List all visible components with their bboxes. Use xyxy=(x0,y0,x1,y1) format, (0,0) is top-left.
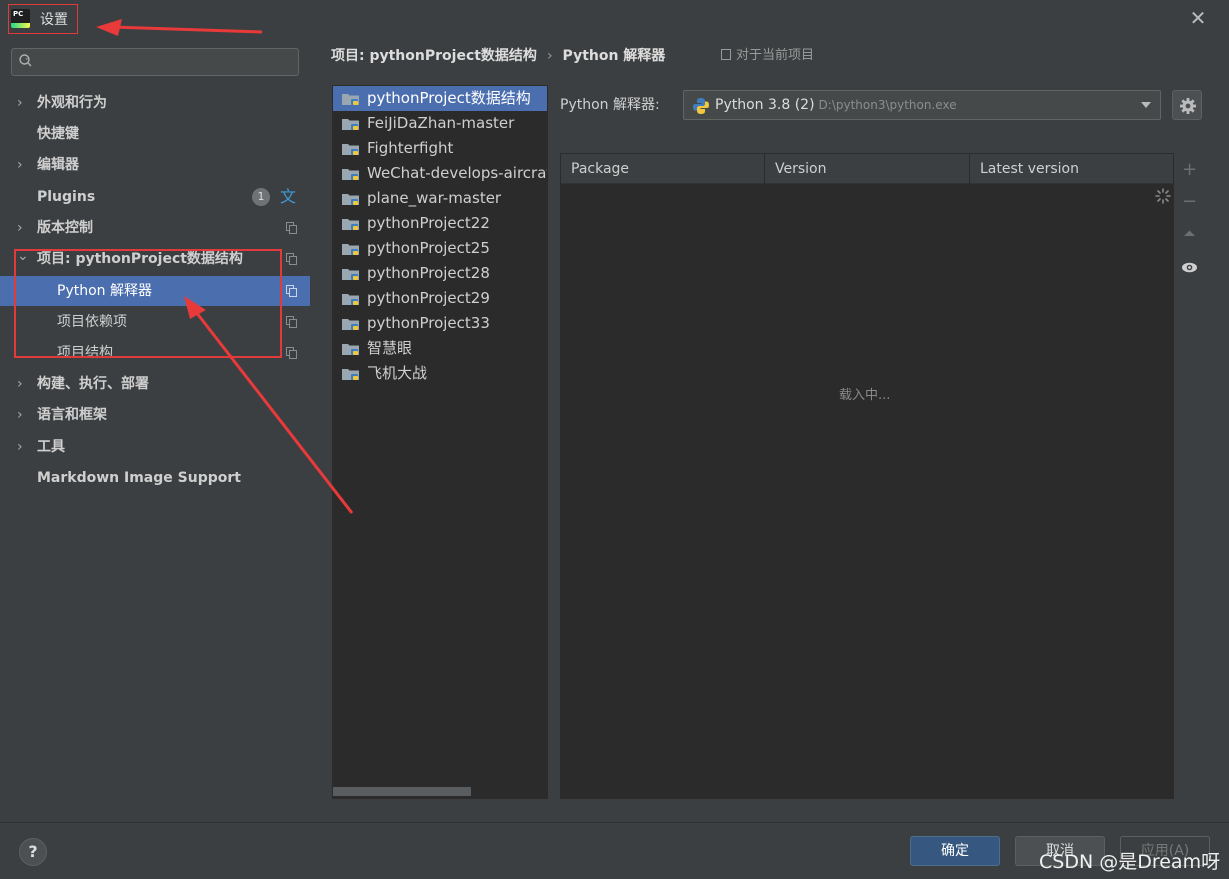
python-folder-icon xyxy=(342,319,359,330)
project-scope-icon xyxy=(721,49,731,60)
loading-text: 载入中... xyxy=(839,388,891,403)
settings-sidebar: › 外观和行为 快捷键 › 编辑器 Plugins 1 文 › 版本控制 ⌄ 项… xyxy=(0,36,310,822)
chevron-right-icon: › xyxy=(17,95,23,111)
breadcrumb: 项目: pythonProject数据结构 › Python 解释器 xyxy=(331,46,665,66)
sidebar-item-plugins[interactable]: Plugins 1 文 xyxy=(0,182,310,212)
add-package-icon[interactable]: + xyxy=(1181,161,1198,179)
project-item[interactable]: 智慧眼 xyxy=(333,336,547,361)
python-folder-icon xyxy=(342,169,359,180)
packages-table-header: Package Version Latest version xyxy=(561,154,1173,184)
project-item[interactable]: pythonProject数据结构 xyxy=(333,86,547,111)
python-icon xyxy=(693,98,709,114)
show-early-releases-icon[interactable] xyxy=(1181,259,1198,276)
project-item[interactable]: pythonProject25 xyxy=(333,236,547,261)
watermark: CSDN @是Dream呀 xyxy=(1039,851,1221,873)
title-bar: PC 设置 ✕ xyxy=(0,0,1229,36)
search-icon xyxy=(19,54,32,67)
chevron-right-icon: › xyxy=(17,376,23,392)
breadcrumb-project[interactable]: 项目: pythonProject数据结构 xyxy=(331,48,537,64)
python-folder-icon xyxy=(342,269,359,280)
gear-icon xyxy=(1180,98,1196,114)
project-item[interactable]: plane_war-master xyxy=(333,186,547,211)
python-folder-icon xyxy=(342,294,359,305)
interpreter-settings-button[interactable] xyxy=(1172,90,1202,120)
column-header-latest-version[interactable]: Latest version xyxy=(970,154,1173,184)
sidebar-item-build[interactable]: › 构建、执行、部署 xyxy=(0,369,310,399)
chevron-right-icon: › xyxy=(17,220,23,236)
sidebar-item-markdown-image[interactable]: Markdown Image Support xyxy=(0,463,310,493)
project-item[interactable]: pythonProject29 xyxy=(333,286,547,311)
packages-toolbar: + − xyxy=(1176,153,1203,799)
python-folder-icon xyxy=(342,94,359,105)
project-scope-icon xyxy=(286,253,297,265)
project-scope-icon xyxy=(286,222,297,234)
search-input[interactable] xyxy=(11,48,299,76)
settings-content: 项目: pythonProject数据结构 › Python 解释器 对于当前项目 … xyxy=(310,36,1229,822)
project-item[interactable]: pythonProject33 xyxy=(333,311,547,336)
update-count-badge: 1 xyxy=(252,188,270,206)
project-item[interactable]: WeChat-develops-aircraf xyxy=(333,161,547,186)
dropdown-arrow-icon xyxy=(1141,102,1151,108)
sidebar-item-languages[interactable]: › 语言和框架 xyxy=(0,400,310,430)
close-icon[interactable]: ✕ xyxy=(1188,8,1208,28)
breadcrumb-separator: › xyxy=(546,48,553,64)
annotation-box-nav xyxy=(14,249,282,358)
project-scope-icon xyxy=(286,347,297,359)
ok-button[interactable]: 确定 xyxy=(910,836,1000,866)
project-item[interactable]: Fighterfight xyxy=(333,136,547,161)
project-item[interactable]: pythonProject22 xyxy=(333,211,547,236)
breadcrumb-page: Python 解释器 xyxy=(562,48,666,64)
python-folder-icon xyxy=(342,369,359,380)
column-header-package[interactable]: Package xyxy=(561,154,765,184)
loading-spinner-icon xyxy=(1155,188,1171,204)
python-folder-icon xyxy=(342,119,359,130)
interpreter-path: D:\python3\python.exe xyxy=(818,98,957,112)
python-folder-icon xyxy=(342,344,359,355)
sidebar-item-tools[interactable]: › 工具 xyxy=(0,432,310,462)
project-list[interactable]: pythonProject数据结构 FeiJiDaZhan-master Fig… xyxy=(332,85,548,799)
horizontal-scrollbar[interactable] xyxy=(333,787,471,796)
project-item[interactable]: 飞机大战 xyxy=(333,361,547,386)
chevron-right-icon: › xyxy=(17,157,23,173)
help-button[interactable]: ? xyxy=(19,838,47,866)
project-item[interactable]: FeiJiDaZhan-master xyxy=(333,111,547,136)
project-scope-icon xyxy=(286,285,297,297)
project-scope-icon xyxy=(286,316,297,328)
annotation-box-title xyxy=(8,4,78,34)
chevron-right-icon: › xyxy=(17,439,23,455)
packages-table[interactable]: Package Version Latest version 载入中... xyxy=(560,153,1174,799)
python-folder-icon xyxy=(342,194,359,205)
sidebar-item-vcs[interactable]: › 版本控制 xyxy=(0,213,310,243)
interpreter-select[interactable]: Python 3.8 (2) D:\python3\python.exe xyxy=(683,90,1161,120)
sidebar-item-keymap[interactable]: 快捷键 xyxy=(0,119,310,149)
python-folder-icon xyxy=(342,244,359,255)
python-folder-icon xyxy=(342,219,359,230)
sidebar-item-editor[interactable]: › 编辑器 xyxy=(0,150,310,180)
scope-hint: 对于当前项目 xyxy=(721,46,814,66)
interpreter-label: Python 解释器: xyxy=(560,97,660,113)
project-item[interactable]: pythonProject28 xyxy=(333,261,547,286)
upgrade-package-icon[interactable] xyxy=(1181,225,1198,242)
sidebar-item-appearance[interactable]: › 外观和行为 xyxy=(0,88,310,118)
translate-icon: 文 xyxy=(280,187,297,206)
column-header-version[interactable]: Version xyxy=(765,154,970,184)
python-folder-icon xyxy=(342,144,359,155)
chevron-right-icon: › xyxy=(17,407,23,423)
interpreter-name: Python 3.8 (2) xyxy=(715,97,815,113)
remove-package-icon[interactable]: − xyxy=(1181,193,1198,211)
